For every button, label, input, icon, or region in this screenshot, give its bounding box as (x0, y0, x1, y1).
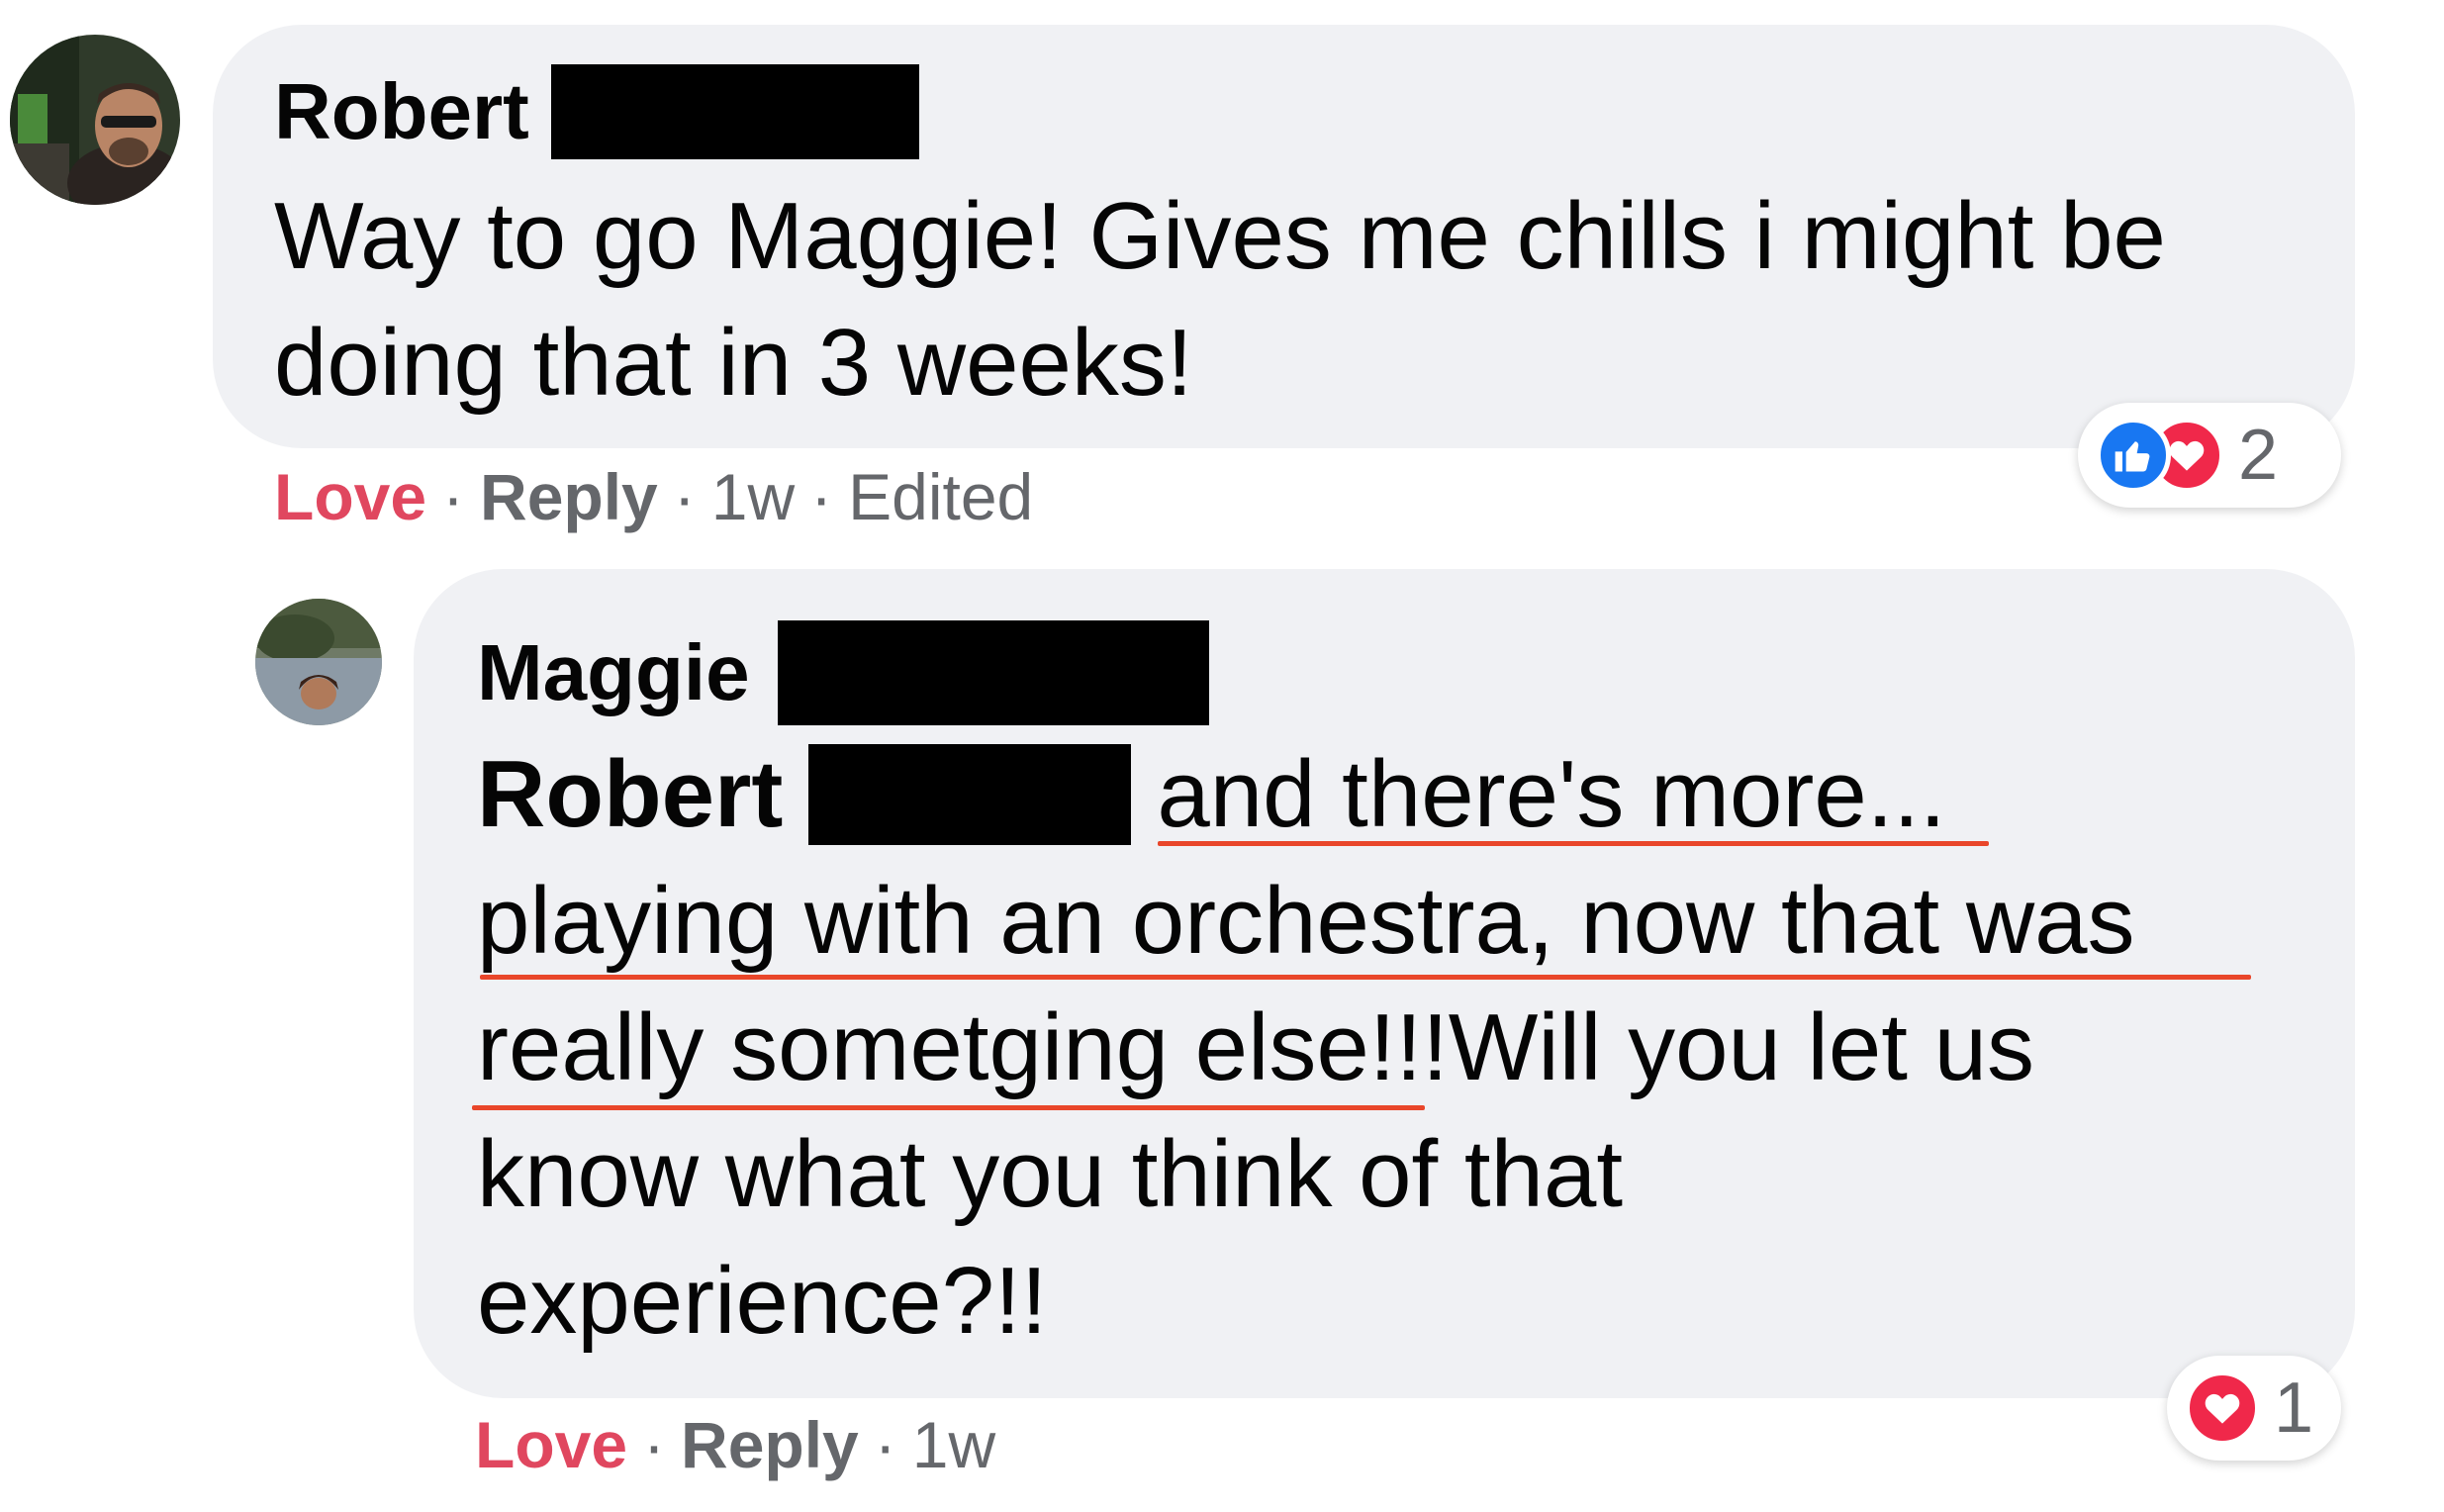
reactions-summary[interactable]: 2 (2078, 403, 2341, 508)
avatar-maggie[interactable] (255, 599, 382, 725)
comment-bubble-robert: Robert Way to go Maggie! Gives me chills… (213, 25, 2355, 448)
comment-text-line: doing that in 3 weeks! (274, 310, 1193, 416)
comment-text-line: and there's more... (1157, 741, 1946, 847)
author-name[interactable]: Maggie (477, 633, 750, 712)
comment-text-line: know what you think of that (477, 1121, 1623, 1227)
spellcheck-underline (472, 1105, 1425, 1110)
love-button[interactable]: Love (274, 459, 426, 534)
separator-dot: · (643, 1408, 666, 1481)
comment-author-row: Robert (274, 64, 2355, 159)
comment-text-line: experience?!! (477, 1248, 1048, 1354)
separator-dot: · (673, 460, 696, 533)
comment-author-row: Maggie (477, 620, 2355, 725)
comment-text-line: Way to go Maggie! Gives me chills i migh… (274, 183, 2166, 289)
love-button[interactable]: Love (475, 1407, 627, 1482)
love-icon (2185, 1370, 2260, 1446)
comment-text: playing with an orchestra, now that was … (477, 858, 2355, 1365)
reply-button[interactable]: Reply (480, 459, 658, 534)
mention-row: Robert and there's more... (477, 731, 2355, 858)
edited-label[interactable]: Edited (848, 459, 1033, 534)
comment-text-line: really sometging else!!!Will you let us (477, 994, 2034, 1100)
redaction-bar (777, 620, 1209, 725)
redaction-bar (550, 64, 919, 159)
separator-dot: · (810, 460, 833, 533)
comment-text-line: playing with an orchestra, now that was (477, 868, 2135, 974)
reply-button[interactable]: Reply (681, 1407, 859, 1482)
avatar-robert-image (10, 35, 180, 205)
spellcheck-underline (480, 975, 2251, 980)
comment-bubble-maggie: Maggie Robert and there's more... playin… (414, 569, 2355, 1398)
separator-dot: · (442, 460, 465, 533)
comment-actions: Love · Reply · 1w (475, 1405, 995, 1484)
avatar-maggie-image (255, 599, 382, 725)
separator-dot: · (874, 1408, 896, 1481)
reaction-count: 1 (2274, 1369, 2314, 1448)
reaction-count: 2 (2238, 416, 2279, 495)
author-name[interactable]: Robert (274, 72, 529, 151)
spellcheck-underline (1158, 841, 1989, 846)
like-icon (2096, 418, 2171, 493)
timestamp[interactable]: 1w (711, 459, 795, 534)
comment-actions: Love · Reply · 1w · Edited (274, 457, 1033, 536)
comment-text: Way to go Maggie! Gives me chills i migh… (274, 173, 2355, 426)
timestamp[interactable]: 1w (912, 1407, 995, 1482)
redaction-bar (808, 744, 1132, 845)
avatar-robert[interactable] (10, 35, 180, 205)
mention-tag[interactable]: Robert (477, 731, 783, 858)
reactions-summary[interactable]: 1 (2167, 1356, 2341, 1461)
